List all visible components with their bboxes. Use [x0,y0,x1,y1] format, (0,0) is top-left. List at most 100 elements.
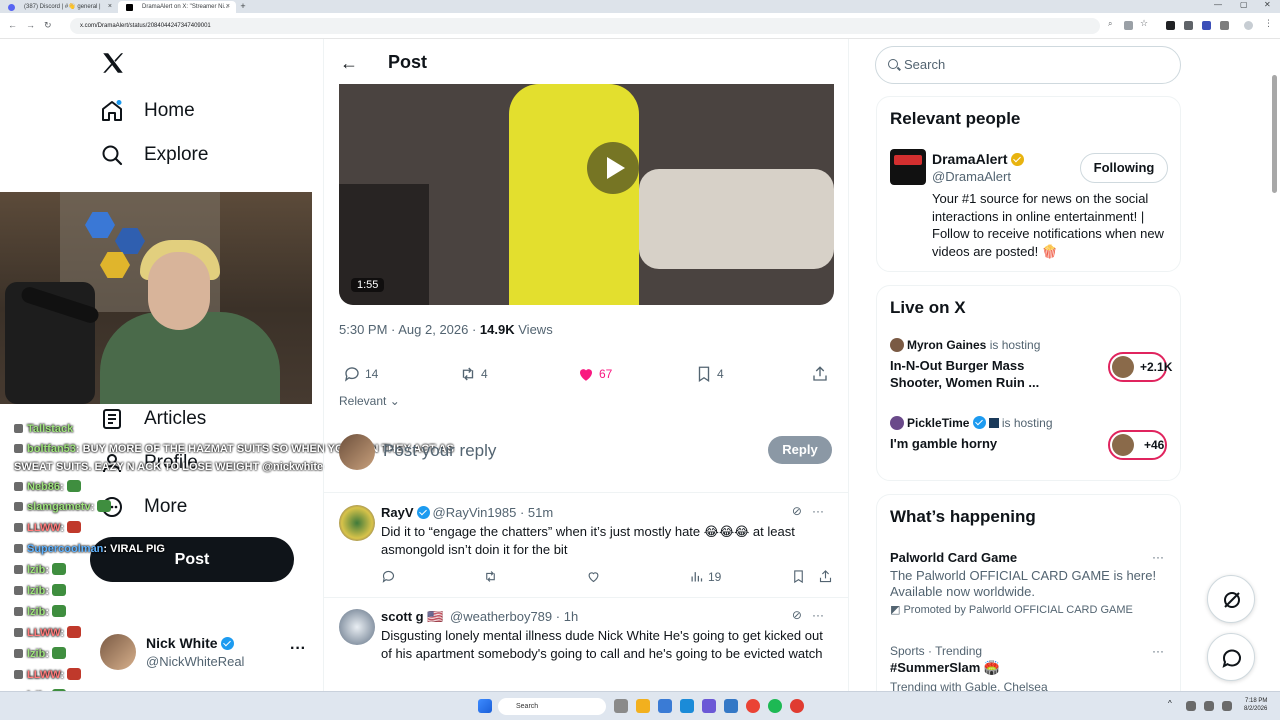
tweet-time[interactable]: · 1h [556,609,578,624]
browser-tab-x[interactable]: DramaAlert on X: "Streamer Ni... × [118,1,236,13]
taskbar-app-icon[interactable] [702,699,716,713]
share-button[interactable] [811,365,833,383]
grok-icon[interactable]: ⊘ [792,504,802,518]
extension-icon[interactable] [1184,21,1193,30]
chat-message: Neb86: [14,480,81,494]
repost-icon[interactable] [483,569,502,584]
close-tab-icon[interactable]: × [108,1,112,13]
reply-icon[interactable] [381,569,400,584]
extension-icon[interactable] [1166,21,1175,30]
avatar[interactable] [339,505,375,541]
profile-name-row[interactable]: DramaAlert [932,151,1027,167]
listener-count[interactable]: +46 [1108,430,1167,460]
avatar[interactable] [890,149,926,185]
video-player[interactable]: 1:55 [339,84,834,305]
extensions-puzzle-icon[interactable] [1220,21,1229,30]
new-tab-button[interactable]: + [236,1,250,13]
taskbar-app-icon[interactable] [790,699,804,713]
author-name[interactable]: scott g 🇺🇸 [381,609,443,624]
bookmark-button[interactable]: 4 [695,365,724,383]
trend-item[interactable]: Palworld Card Game The Palworld OFFICIAL… [890,550,1170,618]
task-view-icon[interactable] [614,699,628,713]
play-icon[interactable] [587,142,639,194]
more-dots-icon[interactable]: ··· [1152,550,1164,564]
back-arrow-icon[interactable]: ← [340,53,358,74]
tweet-header: RayV @RayVin1985 · 51m [381,505,553,520]
zoom-icon[interactable]: ⌕ [1108,19,1117,28]
more-dots-icon[interactable]: ··· [1152,644,1164,658]
messages-button[interactable] [1207,633,1255,681]
nav-more[interactable]: More [100,495,187,519]
more-dots-icon[interactable]: ··· [812,608,824,622]
chat-emote-icon [52,605,67,617]
minimize-icon[interactable]: — [1214,0,1222,9]
bookmark-icon[interactable] [791,569,810,584]
browser-tab-discord[interactable]: (387) Discord | #👋 general | × [0,1,118,13]
heart-icon[interactable] [586,569,605,584]
repost-button[interactable]: 4 [459,365,488,383]
avatar[interactable] [339,609,375,645]
x-logo-icon[interactable] [100,50,126,81]
listener-count[interactable]: +2.1K [1108,352,1172,382]
url-field[interactable]: x.com/DramaAlert/status/2084044247347409… [70,18,1100,34]
live-host: PickleTime is hosting [890,416,1053,430]
search-input[interactable]: Search [875,46,1181,84]
reply-submit-button[interactable]: Reply [768,436,832,464]
reply-button[interactable]: 14 [343,365,378,383]
chat-message: lzib: [14,584,67,598]
timestamp-text[interactable]: 5:30 PM · Aug 2, 2026 · [339,322,480,337]
address-bar: ← → ↻ x.com/DramaAlert/status/2084044247… [0,13,1280,39]
nav-label: Home [144,100,195,121]
chrome-icon[interactable] [746,699,760,713]
back-icon[interactable]: ← [8,20,17,30]
nav-home[interactable]: Home [100,99,195,123]
taskbar-app-icon[interactable] [724,699,738,713]
reply-input[interactable]: Post your reply [383,441,496,461]
reload-icon[interactable]: ↻ [44,20,52,31]
start-icon[interactable] [478,699,492,713]
tray-chevron-icon[interactable]: ^ [1168,699,1176,713]
grok-button[interactable] [1207,575,1255,623]
install-icon[interactable] [1124,21,1133,30]
chat-username: Tallstack [27,423,74,435]
volume-icon[interactable] [1222,701,1232,711]
like-button[interactable]: 67 [577,365,612,383]
taskbar-app-icon[interactable] [658,699,672,713]
author-name[interactable]: RayV [381,505,414,520]
taskbar-search[interactable]: Search [498,698,606,715]
nav-articles[interactable]: Articles [100,407,206,431]
trend-item[interactable]: Sports · Trending #SummerSlam 🏟️ Trendin… [890,644,1170,694]
maximize-icon[interactable]: ▢ [1240,0,1248,9]
page-scrollbar[interactable] [1272,75,1277,193]
page-title: Post [388,52,428,72]
more-dots-icon[interactable]: ··· [812,504,824,518]
grok-icon[interactable]: ⊘ [792,608,802,622]
bookmark-star-icon[interactable]: ☆ [1140,18,1149,28]
forward-icon[interactable]: → [26,20,35,30]
profile-handle[interactable]: @DramaAlert [932,169,1011,184]
account-switcher[interactable]: Nick White @NickWhiteReal ··· [100,634,310,670]
bookmark-count: 4 [717,367,724,381]
sort-label: Relevant [339,394,387,408]
views-icon[interactable]: 19 [689,569,721,584]
nav-explore[interactable]: Explore [100,143,208,167]
taskbar-clock[interactable]: 7:18 PM 8/2/2026 [1244,697,1267,713]
tray-icon[interactable] [1186,701,1196,711]
following-button[interactable]: Following [1080,153,1168,183]
spotify-icon[interactable] [768,699,782,713]
reply-sort-dropdown[interactable]: Relevant ⌄ [339,394,400,408]
chat-badge-icon [14,482,23,491]
extension-icon[interactable] [1202,21,1211,30]
author-handle[interactable]: @weatherboy789 [450,609,552,624]
edge-icon[interactable] [680,699,694,713]
share-icon[interactable] [818,569,837,584]
repost-count: 4 [481,367,488,381]
taskbar-app-icon[interactable] [636,699,650,713]
close-window-icon[interactable]: ✕ [1264,0,1271,9]
author-handle[interactable]: @RayVin1985 [433,505,517,520]
profile-avatar-icon[interactable] [1244,21,1253,30]
close-tab-icon[interactable]: × [226,1,230,13]
network-icon[interactable] [1204,701,1214,711]
tweet-time[interactable]: · 51m [520,505,553,520]
browser-menu-icon[interactable]: ⋮ [1264,18,1273,28]
